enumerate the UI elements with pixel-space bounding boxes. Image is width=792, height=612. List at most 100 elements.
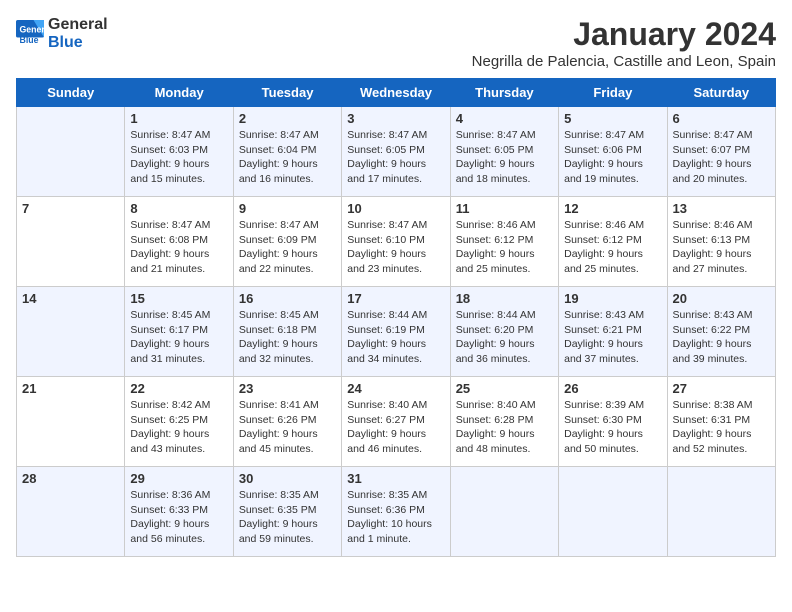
calendar-header-row: Sunday Monday Tuesday Wednesday Thursday… xyxy=(17,79,776,107)
day-number: 2 xyxy=(239,111,336,126)
table-row xyxy=(450,467,558,557)
day-number: 18 xyxy=(456,291,553,306)
table-row: 6 Sunrise: 8:47 AMSunset: 6:07 PMDaylight… xyxy=(667,107,775,197)
logo: General Blue General Blue xyxy=(16,16,108,51)
table-row: 31 Sunrise: 8:35 AMSunset: 6:36 PMDayligh… xyxy=(342,467,450,557)
table-row: 21 xyxy=(17,377,125,467)
col-thursday: Thursday xyxy=(450,79,558,107)
calendar-row: 78 Sunrise: 8:47 AMSunset: 6:08 PMDayligh… xyxy=(17,197,776,287)
cell-content: Sunrise: 8:47 AMSunset: 6:04 PMDaylight:… xyxy=(239,128,336,187)
cell-content: Sunrise: 8:43 AMSunset: 6:21 PMDaylight:… xyxy=(564,308,661,367)
cell-content: Sunrise: 8:40 AMSunset: 6:27 PMDaylight:… xyxy=(347,398,444,457)
col-saturday: Saturday xyxy=(667,79,775,107)
table-row: 5 Sunrise: 8:47 AMSunset: 6:06 PMDaylight… xyxy=(559,107,667,197)
table-row: 20Sunrise: 8:43 AMSunset: 6:22 PMDayligh… xyxy=(667,287,775,377)
table-row: 9Sunrise: 8:47 AMSunset: 6:09 PMDaylight… xyxy=(233,197,341,287)
cell-content: Sunrise: 8:47 AMSunset: 6:09 PMDaylight:… xyxy=(239,218,336,277)
day-number: 26 xyxy=(564,381,661,396)
cell-content: Sunrise: 8:47 AMSunset: 6:10 PMDaylight:… xyxy=(347,218,444,277)
table-row: 14 xyxy=(17,287,125,377)
day-number: 5 xyxy=(564,111,661,126)
table-row: 30 Sunrise: 8:35 AMSunset: 6:35 PMDayligh… xyxy=(233,467,341,557)
col-tuesday: Tuesday xyxy=(233,79,341,107)
table-row: 8 Sunrise: 8:47 AMSunset: 6:08 PMDaylight… xyxy=(125,197,233,287)
col-sunday: Sunday xyxy=(17,79,125,107)
svg-text:General: General xyxy=(20,24,45,34)
cell-content: Sunrise: 8:46 AMSunset: 6:12 PMDaylight:… xyxy=(564,218,661,277)
day-number: 11 xyxy=(456,201,553,216)
cell-content: Sunrise: 8:44 AMSunset: 6:19 PMDaylight:… xyxy=(347,308,444,367)
cell-content: Sunrise: 8:47 AMSunset: 6:07 PMDaylight:… xyxy=(673,128,770,187)
table-row: 2 Sunrise: 8:47 AMSunset: 6:04 PMDaylight… xyxy=(233,107,341,197)
day-number: 19 xyxy=(564,291,661,306)
table-row xyxy=(667,467,775,557)
day-number: 21 xyxy=(22,381,119,396)
day-number: 30 xyxy=(239,471,336,486)
table-row: 19 Sunrise: 8:43 AMSunset: 6:21 PMDayligh… xyxy=(559,287,667,377)
cell-content: Sunrise: 8:38 AMSunset: 6:31 PMDaylight:… xyxy=(673,398,770,457)
col-wednesday: Wednesday xyxy=(342,79,450,107)
cell-content: Sunrise: 8:47 AMSunset: 6:06 PMDaylight:… xyxy=(564,128,661,187)
day-number: 10 xyxy=(347,201,444,216)
day-number: 13 xyxy=(673,201,770,216)
day-number: 25 xyxy=(456,381,553,396)
day-number: 12 xyxy=(564,201,661,216)
calendar-row: 28 29 Sunrise: 8:36 AMSunset: 6:33 PMDayli… xyxy=(17,467,776,557)
table-row: 13 Sunrise: 8:46 AMSunset: 6:13 PMDayligh… xyxy=(667,197,775,287)
logo-blue: Blue xyxy=(48,34,108,52)
calendar-row: 21 22Sunrise: 8:42 AMSunset: 6:25 PMDayli… xyxy=(17,377,776,467)
cell-content: Sunrise: 8:47 AMSunset: 6:05 PMDaylight:… xyxy=(456,128,553,187)
cell-content: Sunrise: 8:39 AMSunset: 6:30 PMDaylight:… xyxy=(564,398,661,457)
table-row: 22Sunrise: 8:42 AMSunset: 6:25 PMDayligh… xyxy=(125,377,233,467)
table-row: 29 Sunrise: 8:36 AMSunset: 6:33 PMDayligh… xyxy=(125,467,233,557)
cell-content: Sunrise: 8:46 AMSunset: 6:13 PMDaylight:… xyxy=(673,218,770,277)
day-number: 15 xyxy=(130,291,227,306)
day-number: 6 xyxy=(673,111,770,126)
cell-content: Sunrise: 8:46 AMSunset: 6:12 PMDaylight:… xyxy=(456,218,553,277)
page-header: General Blue General Blue January 2024 N… xyxy=(16,16,776,70)
day-number: 3 xyxy=(347,111,444,126)
day-number: 17 xyxy=(347,291,444,306)
table-row: 17 Sunrise: 8:44 AMSunset: 6:19 PMDayligh… xyxy=(342,287,450,377)
table-row: 7 xyxy=(17,197,125,287)
table-row: 24 Sunrise: 8:40 AMSunset: 6:27 PMDayligh… xyxy=(342,377,450,467)
cell-content: Sunrise: 8:41 AMSunset: 6:26 PMDaylight:… xyxy=(239,398,336,457)
logo-icon: General Blue xyxy=(16,20,44,48)
day-number: 24 xyxy=(347,381,444,396)
col-monday: Monday xyxy=(125,79,233,107)
table-row: 23 Sunrise: 8:41 AMSunset: 6:26 PMDayligh… xyxy=(233,377,341,467)
day-number: 27 xyxy=(673,381,770,396)
cell-content: Sunrise: 8:36 AMSunset: 6:33 PMDaylight:… xyxy=(130,488,227,547)
calendar-table: Sunday Monday Tuesday Wednesday Thursday… xyxy=(16,78,776,557)
cell-content: Sunrise: 8:35 AMSunset: 6:36 PMDaylight:… xyxy=(347,488,444,547)
location-title: Negrilla de Palencia, Castille and Leon,… xyxy=(472,53,776,70)
day-number: 7 xyxy=(22,201,119,216)
cell-content: Sunrise: 8:47 AMSunset: 6:08 PMDaylight:… xyxy=(130,218,227,277)
cell-content: Sunrise: 8:47 AMSunset: 6:03 PMDaylight:… xyxy=(130,128,227,187)
day-number: 14 xyxy=(22,291,119,306)
day-number: 29 xyxy=(130,471,227,486)
day-number: 8 xyxy=(130,201,227,216)
table-row: 25Sunrise: 8:40 AMSunset: 6:28 PMDayligh… xyxy=(450,377,558,467)
svg-text:Blue: Blue xyxy=(20,34,39,44)
calendar-row: 14 15 Sunrise: 8:45 AMSunset: 6:17 PMDayli… xyxy=(17,287,776,377)
logo-general: General xyxy=(48,16,108,34)
table-row xyxy=(559,467,667,557)
cell-content: Sunrise: 8:45 AMSunset: 6:17 PMDaylight:… xyxy=(130,308,227,367)
table-row xyxy=(17,107,125,197)
day-number: 28 xyxy=(22,471,119,486)
cell-content: Sunrise: 8:45 AMSunset: 6:18 PMDaylight:… xyxy=(239,308,336,367)
cell-content: Sunrise: 8:35 AMSunset: 6:35 PMDaylight:… xyxy=(239,488,336,547)
cell-content: Sunrise: 8:47 AMSunset: 6:05 PMDaylight:… xyxy=(347,128,444,187)
table-row: 18Sunrise: 8:44 AMSunset: 6:20 PMDayligh… xyxy=(450,287,558,377)
day-number: 1 xyxy=(130,111,227,126)
cell-content: Sunrise: 8:42 AMSunset: 6:25 PMDaylight:… xyxy=(130,398,227,457)
day-number: 4 xyxy=(456,111,553,126)
day-number: 23 xyxy=(239,381,336,396)
col-friday: Friday xyxy=(559,79,667,107)
table-row: 16Sunrise: 8:45 AMSunset: 6:18 PMDayligh… xyxy=(233,287,341,377)
table-row: 12 Sunrise: 8:46 AMSunset: 6:12 PMDayligh… xyxy=(559,197,667,287)
day-number: 31 xyxy=(347,471,444,486)
table-row: 1 Sunrise: 8:47 AMSunset: 6:03 PMDaylight… xyxy=(125,107,233,197)
title-block: January 2024 Negrilla de Palencia, Casti… xyxy=(472,16,776,70)
